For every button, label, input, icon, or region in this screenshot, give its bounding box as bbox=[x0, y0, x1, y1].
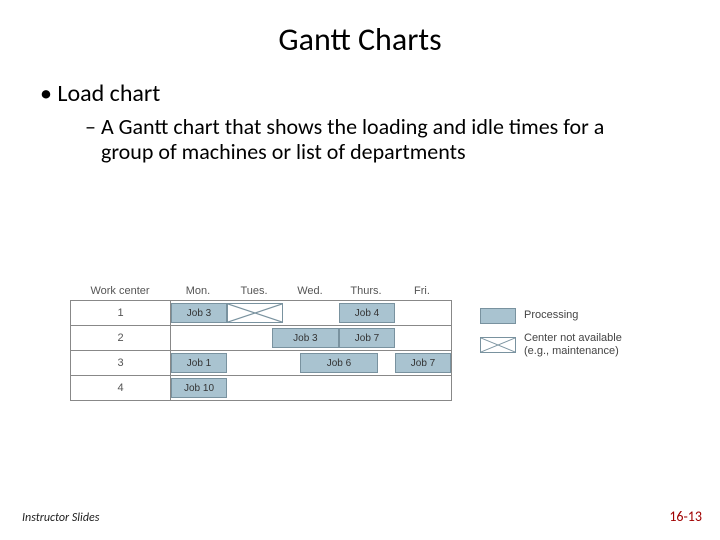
chart-header-row: Work center Mon.Tues.Wed.Thurs.Fri. bbox=[70, 282, 452, 300]
gantt-track: Job 10 bbox=[171, 376, 451, 400]
gantt-bar: Job 4 bbox=[339, 303, 395, 323]
workcenter-label: 1 bbox=[71, 301, 171, 325]
gantt-bar: Job 3 bbox=[171, 303, 227, 323]
footer-slide-number: 16-13 bbox=[669, 508, 702, 525]
gantt-track: Job 3 Job 4 bbox=[171, 301, 451, 325]
col-header-day: Tues. bbox=[226, 282, 282, 300]
gantt-bar: Job 6 bbox=[300, 353, 378, 373]
gantt-track: Job 3Job 7 bbox=[171, 326, 451, 350]
table-row: 1Job 3 Job 4 bbox=[71, 301, 451, 325]
legend-unavailable: Center not available (e.g., maintenance) bbox=[480, 332, 622, 358]
gantt-bar: Job 7 bbox=[339, 328, 395, 348]
gantt-bar: Job 3 bbox=[272, 328, 339, 348]
col-header-workcenter: Work center bbox=[70, 282, 170, 300]
chart-grid: 1Job 3Job 42Job 3Job 73Job 1Job 6Job 74J… bbox=[70, 300, 452, 401]
table-row: 3Job 1 Job 6 Job 7 bbox=[71, 350, 451, 375]
col-header-day: Wed. bbox=[282, 282, 338, 300]
legend-unavail-line2: (e.g., maintenance) bbox=[524, 345, 622, 358]
chart-legend: Processing Center not available (e.g., m… bbox=[480, 308, 622, 366]
table-row: 4Job 10 bbox=[71, 375, 451, 400]
workcenter-label: 3 bbox=[71, 351, 171, 375]
swatch-processing-icon bbox=[480, 308, 516, 324]
gantt-bar: Job 7 bbox=[395, 353, 451, 373]
col-header-day: Thurs. bbox=[338, 282, 394, 300]
swatch-unavailable-icon bbox=[480, 337, 516, 353]
gantt-bar: Job 1 bbox=[171, 353, 227, 373]
footer-instructor-slides: Instructor Slides bbox=[22, 511, 99, 525]
load-chart: Work center Mon.Tues.Wed.Thurs.Fri. 1Job… bbox=[70, 282, 452, 401]
col-header-day: Fri. bbox=[394, 282, 450, 300]
legend-processing-label: Processing bbox=[524, 309, 578, 322]
gantt-unavailable bbox=[227, 303, 283, 323]
page-title: Gantt Charts bbox=[0, 0, 720, 69]
workcenter-label: 2 bbox=[71, 326, 171, 350]
table-row: 2Job 3Job 7 bbox=[71, 325, 451, 350]
legend-processing: Processing bbox=[480, 308, 622, 324]
bullet-level-1: Load chart bbox=[18, 79, 720, 108]
gantt-bar: Job 10 bbox=[171, 378, 227, 398]
legend-unavailable-label: Center not available (e.g., maintenance) bbox=[524, 332, 622, 358]
workcenter-label: 4 bbox=[71, 376, 171, 400]
gantt-track: Job 1 Job 6 Job 7 bbox=[171, 351, 451, 375]
bullet-level-2: A Gantt chart that shows the loading and… bbox=[16, 114, 720, 165]
col-header-day: Mon. bbox=[170, 282, 226, 300]
legend-unavail-line1: Center not available bbox=[524, 332, 622, 345]
